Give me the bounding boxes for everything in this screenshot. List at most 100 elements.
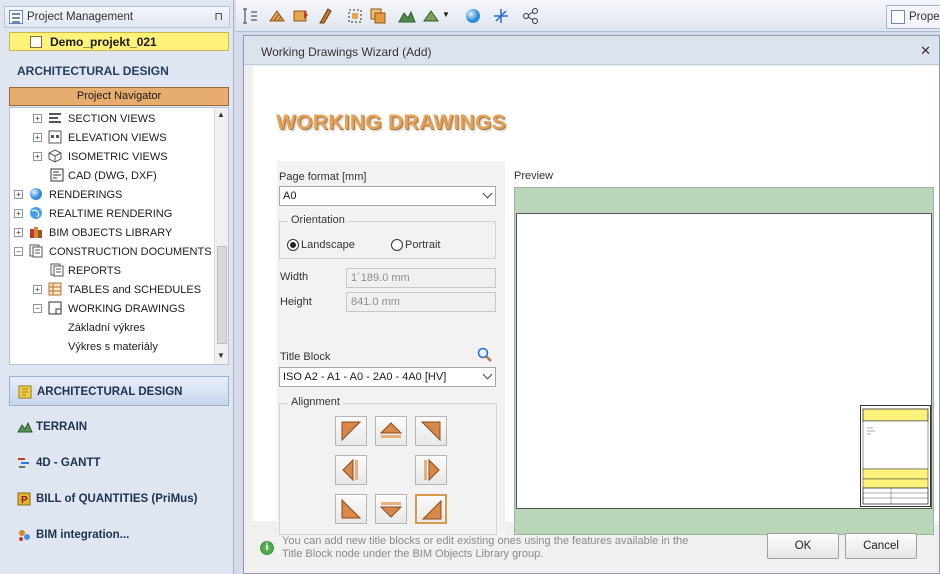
- fill-icon[interactable]: [292, 7, 310, 25]
- align-bottom-left-button[interactable]: [335, 494, 367, 524]
- tree-item-reports[interactable]: REPORTS: [10, 262, 215, 280]
- dropdown-arrow-icon[interactable]: ▼: [442, 10, 452, 28]
- select-area-icon[interactable]: [346, 7, 364, 25]
- hatch-icon[interactable]: [268, 7, 286, 25]
- scroll-thumb[interactable]: [217, 246, 227, 344]
- section-title: ARCHITECTURAL DESIGN: [17, 64, 169, 78]
- cancel-button[interactable]: Cancel: [845, 533, 917, 559]
- expand-icon[interactable]: +: [33, 133, 42, 142]
- align-top-left-button[interactable]: [335, 416, 367, 446]
- page-settings-area: Page format [mm] A0 Orientation Landscap…: [277, 161, 505, 546]
- alignment-group: Alignment: [279, 396, 497, 535]
- portrait-radio[interactable]: [391, 239, 403, 251]
- align-bottom-right-button[interactable]: [415, 494, 447, 524]
- terrain-module-icon: [17, 420, 33, 434]
- tree-item-realtime-rendering[interactable]: + REALTIME RENDERING: [10, 205, 215, 223]
- tree-item-section-views[interactable]: + SECTION VIEWS: [10, 110, 215, 128]
- page-format-select[interactable]: A0: [279, 186, 496, 206]
- project-navigator-button[interactable]: Project Navigator: [9, 87, 229, 106]
- plant-icon[interactable]: [422, 7, 440, 25]
- preview-sheet: [516, 213, 932, 509]
- page-format-value: A0: [283, 190, 297, 202]
- project-item[interactable]: Demo_projekt_021: [9, 32, 229, 51]
- title-block-label: Title Block: [280, 351, 331, 363]
- svg-text:P: P: [21, 495, 28, 506]
- landscape-radio[interactable]: [287, 239, 299, 251]
- orientation-label: Orientation: [288, 214, 348, 226]
- expand-icon[interactable]: +: [14, 228, 23, 237]
- scroll-up-icon[interactable]: ▲: [217, 110, 225, 119]
- properties-tab[interactable]: Proper: [886, 5, 940, 29]
- tree-item-bim-objects-library[interactable]: + BIM OBJECTS LIBRARY: [10, 224, 215, 242]
- tree-item-vykres-s-materialy[interactable]: Výkres s materiály: [10, 338, 215, 356]
- working-drawings-wizard-dialog: Working Drawings Wizard (Add) ✕ WORKING …: [243, 35, 940, 574]
- wall-tool-icon[interactable]: [316, 7, 334, 25]
- elevation-views-icon: [48, 130, 62, 144]
- primus-module-icon: P: [17, 492, 31, 506]
- tree-item-isometric-views[interactable]: + ISOMETRIC VIEWS: [10, 148, 215, 166]
- tree-item-elevation-views[interactable]: + ELEVATION VIEWS: [10, 129, 215, 147]
- height-field: 841.0 mm: [346, 292, 496, 312]
- expand-icon[interactable]: +: [33, 152, 42, 161]
- project-management-panel: Project Management ⊓ Demo_projekt_021 AR…: [0, 0, 234, 574]
- bim-integration-icon: [17, 528, 31, 542]
- align-top-right-button[interactable]: [415, 416, 447, 446]
- info-icon: i: [260, 541, 274, 555]
- page-preview: [514, 187, 934, 535]
- tree-item-tables-schedules[interactable]: + TABLES and SCHEDULES: [10, 281, 215, 299]
- tree-item-cad[interactable]: CAD (DWG, DXF): [10, 167, 215, 185]
- tree-item-label: BIM OBJECTS LIBRARY: [49, 227, 173, 239]
- module-bill-of-quantities[interactable]: P BILL of QUANTITIES (PriMus): [9, 484, 229, 514]
- reports-icon: [50, 263, 64, 277]
- dialog-body: WORKING DRAWINGS Page format [mm] A0 Ori…: [253, 66, 939, 546]
- tree-item-working-drawings[interactable]: − WORKING DRAWINGS: [10, 300, 215, 318]
- module-bim-integration[interactable]: BIM integration...: [9, 520, 229, 550]
- tree-scrollbar[interactable]: ▲ ▼: [214, 108, 228, 364]
- terrain-tool-icon[interactable]: [398, 7, 416, 25]
- collapse-icon[interactable]: −: [14, 247, 23, 256]
- tree-item-label: REPORTS: [68, 265, 121, 277]
- align-middle-right-button[interactable]: [415, 455, 447, 485]
- info-text: You can add new title blocks or edit exi…: [282, 535, 689, 560]
- ok-button[interactable]: OK: [767, 533, 839, 559]
- orientation-group: Orientation Landscape Portrait: [279, 214, 496, 259]
- expand-icon[interactable]: +: [33, 114, 42, 123]
- module-label: 4D - GANTT: [36, 457, 101, 469]
- layers-icon[interactable]: [369, 7, 387, 25]
- module-architectural-design[interactable]: ARCHITECTURAL DESIGN: [9, 376, 229, 406]
- expand-icon[interactable]: +: [14, 190, 23, 199]
- pin-icon[interactable]: ⊓: [214, 10, 223, 23]
- scroll-down-icon[interactable]: ▼: [217, 351, 225, 360]
- expand-icon[interactable]: +: [33, 285, 42, 294]
- axes-icon[interactable]: [492, 7, 510, 25]
- close-icon[interactable]: ✕: [920, 43, 931, 59]
- tree-item-zakladni-vykres[interactable]: Základní výkres: [10, 319, 215, 337]
- tree-item-renderings[interactable]: + RENDERINGS: [10, 186, 215, 204]
- project-name: Demo_projekt_021: [50, 35, 157, 49]
- tree-item-construction-documents[interactable]: − CONSTRUCTION DOCUMENTS: [10, 243, 215, 261]
- documents-icon: [29, 244, 43, 258]
- share-icon[interactable]: [522, 7, 540, 25]
- dialog-title: Working Drawings Wizard (Add): [261, 45, 432, 59]
- books-icon: [29, 225, 43, 239]
- align-bottom-center-button[interactable]: [375, 494, 407, 524]
- collapse-icon[interactable]: −: [33, 304, 42, 313]
- title-block-select[interactable]: ISO A2 - A1 - A0 - 2A0 - 4A0 [HV]: [279, 367, 496, 387]
- title-block-value: ISO A2 - A1 - A0 - 2A0 - 4A0 [HV]: [283, 371, 447, 383]
- render-sphere-icon[interactable]: [464, 7, 482, 25]
- expand-icon[interactable]: +: [14, 209, 23, 218]
- search-icon[interactable]: [477, 347, 493, 366]
- tree-item-label: CONSTRUCTION DOCUMENTS: [49, 246, 212, 258]
- sphere-icon: [29, 187, 43, 201]
- align-top-center-button[interactable]: [375, 416, 407, 446]
- properties-tab-label: Proper: [909, 11, 940, 23]
- module-4d-gantt[interactable]: 4D - GANTT: [9, 448, 229, 478]
- align-middle-left-button[interactable]: [335, 455, 367, 485]
- vertical-dimension-icon[interactable]: [241, 7, 259, 25]
- chevron-down-icon: [482, 188, 493, 199]
- main-toolbar: ▼: [236, 0, 940, 32]
- panel-title: Project Management: [27, 11, 134, 23]
- tree-item-label: SECTION VIEWS: [68, 113, 156, 125]
- module-terrain[interactable]: TERRAIN: [9, 412, 229, 442]
- globe-icon: [29, 206, 43, 220]
